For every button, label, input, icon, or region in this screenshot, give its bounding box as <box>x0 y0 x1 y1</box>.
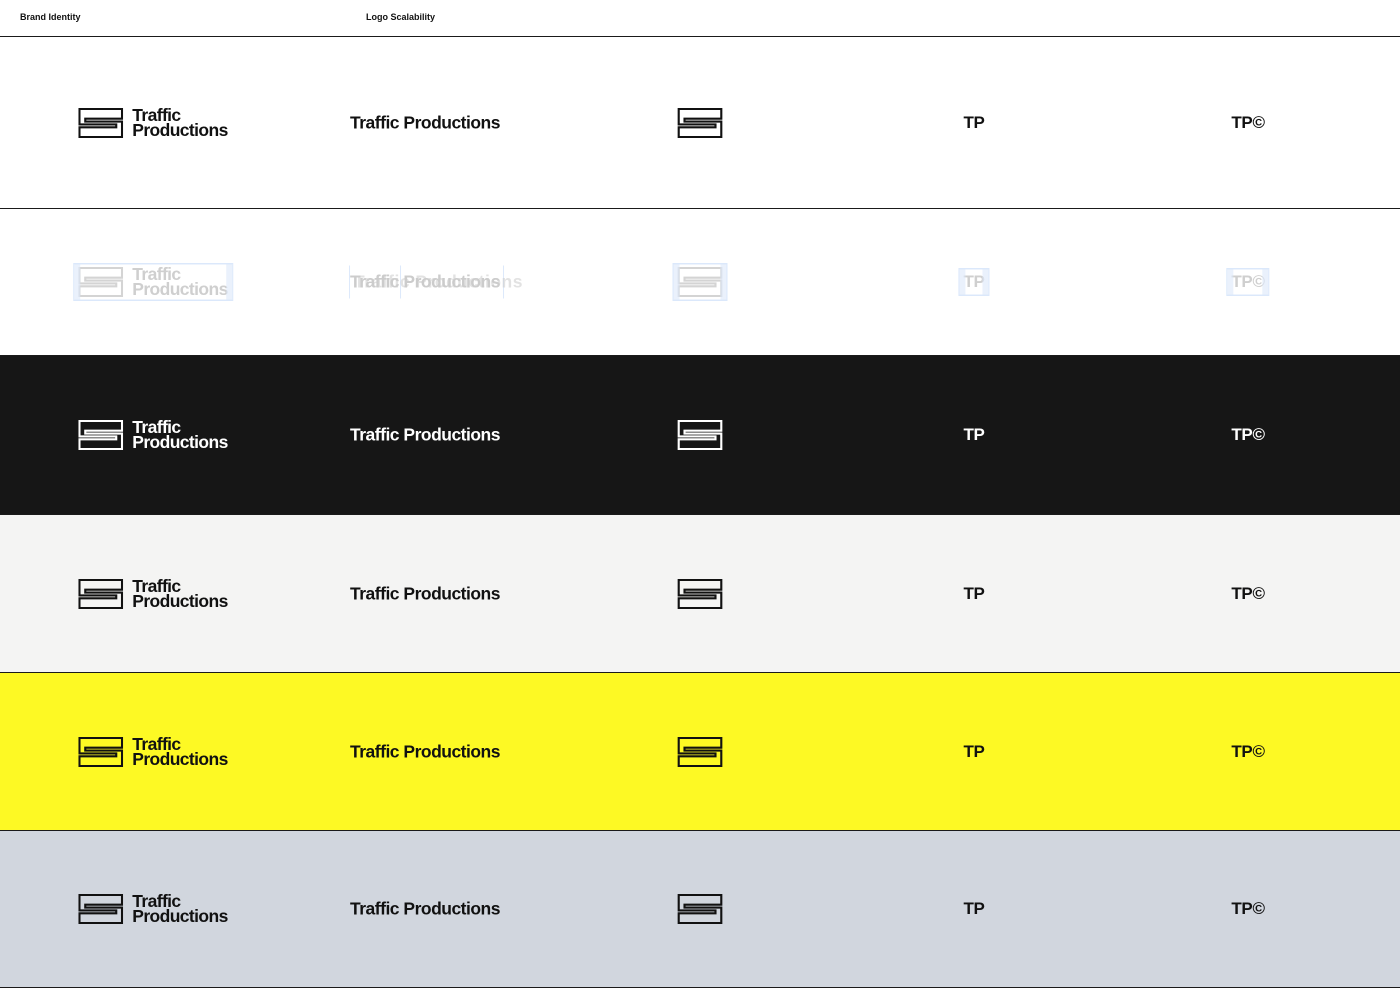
symbol-mark-construction <box>672 263 728 301</box>
monogram-copyright-text: TP© <box>1231 112 1265 132</box>
monogram: TP <box>963 899 984 919</box>
logo-row-construction: Traffic Productions Traffic Productions … <box>0 209 1400 356</box>
primary-lockup: Traffic Productions <box>78 106 228 140</box>
monogram-copyright-text: TP© <box>1231 899 1265 918</box>
wordmark-text: Traffic Productions <box>350 583 500 603</box>
logo-row-cool-gray: Traffic Productions Traffic Productions … <box>0 831 1400 988</box>
lockup-line-2: Productions <box>132 748 228 769</box>
section-title-brand-identity: Brand Identity <box>20 12 81 22</box>
serpentine-stripes-icon <box>78 108 123 138</box>
monogram-text: TP <box>963 425 985 444</box>
monogram: TP <box>963 742 984 762</box>
monogram-copyright-text: TP© <box>1231 425 1265 444</box>
wordmark-text: Traffic Productions <box>350 424 500 445</box>
monogram: TP <box>963 584 984 604</box>
primary-lockup-construction: Traffic Productions <box>73 263 233 301</box>
lockup-line-2: Productions <box>132 590 228 611</box>
logo-row-black: Traffic Productions Traffic Productions … <box>0 356 1400 515</box>
monogram-copyright-text: TP© <box>1231 741 1265 761</box>
wordmark: Traffic Productions <box>350 899 500 920</box>
wordmark: Traffic Productions <box>350 741 500 762</box>
wordmark: Traffic Productions <box>350 583 500 604</box>
wordmark: Traffic Productions <box>350 112 500 133</box>
monogram-copyright: TP© <box>1231 112 1265 133</box>
serpentine-stripes-icon <box>678 267 723 297</box>
monogram-text: TP <box>963 899 985 918</box>
monogram-copyright-text: TP© <box>1231 583 1265 603</box>
wordmark-text: Traffic Productions <box>350 112 500 132</box>
logo-row-off-white: Traffic Productions Traffic Productions … <box>0 515 1400 673</box>
monogram: TP <box>963 113 984 133</box>
monogram-text: TP <box>963 112 985 132</box>
primary-lockup: Traffic Productions <box>78 577 228 611</box>
symbol-mark <box>678 420 723 450</box>
wordmark-text: Traffic Productions <box>350 741 500 761</box>
lockup-line-2: Productions <box>132 119 228 140</box>
primary-lockup: Traffic Productions <box>78 418 228 452</box>
monogram: TP <box>963 425 984 445</box>
monogram-text: TP <box>963 583 985 603</box>
monogram-copyright-construction: TP© <box>1226 268 1270 296</box>
serpentine-stripes-icon <box>78 420 123 450</box>
section-title-logo-scalability: Logo Scalability <box>366 12 436 22</box>
wordmark-construction: Traffic Productions Traffic Productions <box>349 265 522 299</box>
monogram-text: TP <box>963 272 985 291</box>
serpentine-stripes-icon <box>78 579 123 609</box>
serpentine-stripes-icon <box>78 267 123 297</box>
serpentine-stripes-icon <box>78 894 123 924</box>
symbol-mark <box>678 737 723 767</box>
monogram-copyright-text: TP© <box>1231 272 1265 291</box>
wordmark: Traffic Productions <box>350 425 500 446</box>
serpentine-stripes-icon <box>78 737 123 767</box>
monogram-copyright: TP© <box>1231 741 1265 762</box>
monogram-copyright: TP© <box>1231 425 1265 445</box>
monogram-text: TP <box>963 741 985 761</box>
primary-lockup: Traffic Productions <box>78 735 228 769</box>
lockup-line-2: Productions <box>132 279 228 299</box>
lockup-line-2: Productions <box>132 432 228 452</box>
serpentine-stripes-icon <box>678 894 723 924</box>
logo-row-white: Traffic Productions Traffic Productions … <box>0 37 1400 209</box>
serpentine-stripes-icon <box>678 737 723 767</box>
symbol-mark <box>678 894 723 924</box>
logo-row-yellow: Traffic Productions Traffic Productions … <box>0 673 1400 831</box>
page-header: Brand Identity Logo Scalability <box>0 0 1400 37</box>
serpentine-stripes-icon <box>678 579 723 609</box>
symbol-mark <box>678 579 723 609</box>
serpentine-stripes-icon <box>678 420 723 450</box>
serpentine-stripes-icon <box>678 108 723 138</box>
monogram-copyright: TP© <box>1231 899 1265 919</box>
primary-lockup: Traffic Productions <box>78 892 228 926</box>
lockup-line-2: Productions <box>132 906 228 926</box>
wordmark-text: Traffic Productions <box>350 898 500 919</box>
monogram-copyright: TP© <box>1231 583 1265 604</box>
wordmark-text-offset: Traffic Productions <box>354 271 523 292</box>
monogram-construction: TP <box>958 268 990 296</box>
symbol-mark <box>678 108 723 138</box>
